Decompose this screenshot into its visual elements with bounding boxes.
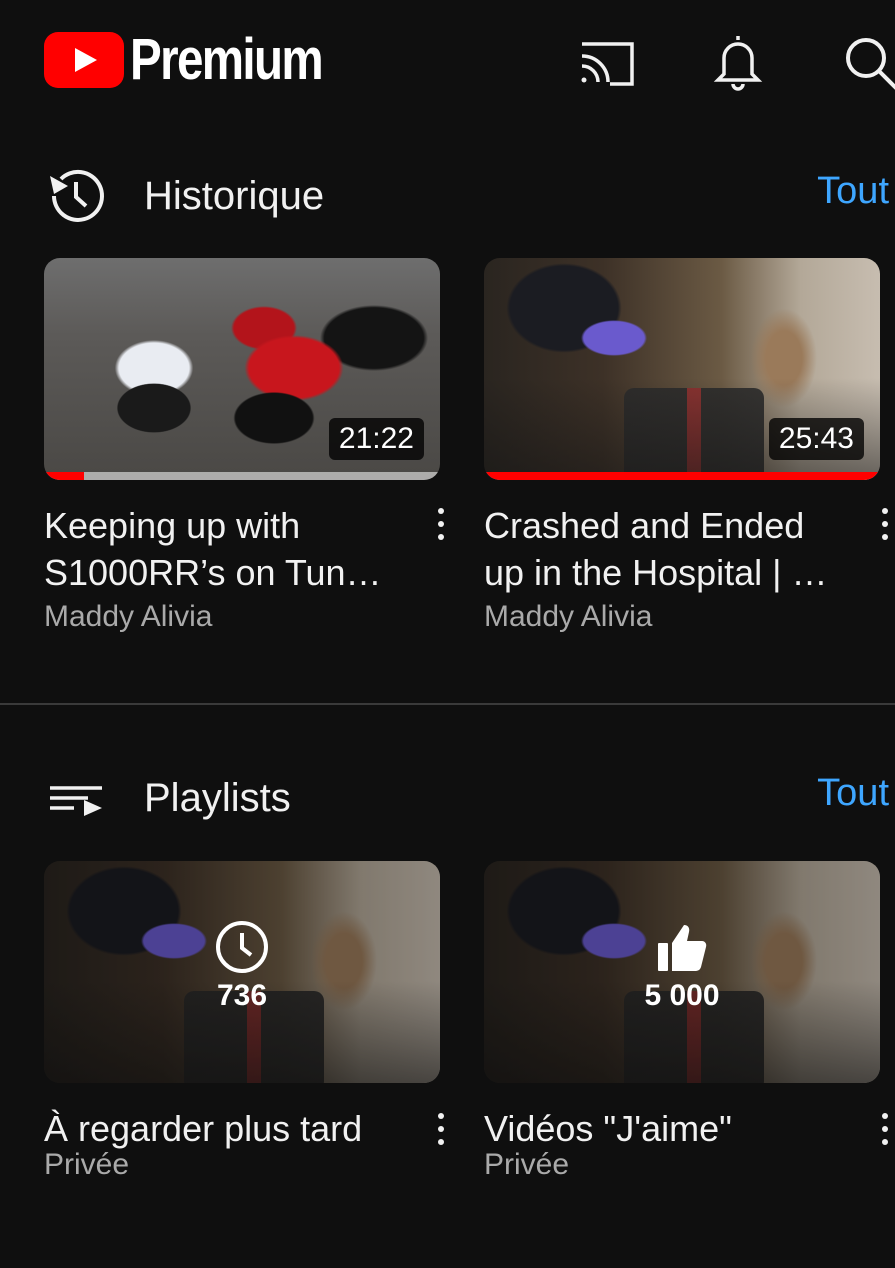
watch-progress-bar (44, 472, 440, 480)
playlist-card-liked-videos[interactable]: 5 000 Vidéos "J'aime" Privée (484, 861, 888, 1182)
history-see-all-link[interactable]: Tout (817, 170, 889, 213)
playlist-video-count: 5 000 (644, 979, 720, 1012)
playlist-privacy: Privée (484, 1148, 570, 1181)
top-app-bar: Premium (0, 0, 895, 120)
cast-icon[interactable] (574, 30, 638, 94)
playlists-title: Playlists (144, 776, 291, 820)
watch-progress-fill (44, 472, 84, 480)
more-options-icon[interactable] (436, 508, 446, 548)
video-thumbnail[interactable]: 25:43 (484, 258, 880, 480)
logo-text: Premium (130, 27, 324, 92)
playlist-overlay: 5 000 (484, 919, 880, 1013)
search-icon[interactable] (838, 30, 895, 94)
playlist-card-watch-later[interactable]: 736 À regarder plus tard Privée (44, 861, 444, 1182)
thumbs-up-icon (654, 919, 710, 975)
video-thumbnail[interactable]: 21:22 (44, 258, 440, 480)
playlist-thumbnail[interactable]: 736 (44, 861, 440, 1083)
history-icon (44, 166, 108, 226)
playlist-video-count: 736 (216, 979, 268, 1012)
video-title[interactable]: Crashed and Ended up in the Hospital | … (484, 502, 854, 596)
history-video-card-2[interactable]: 25:43 Crashed and Ended up in the Hospit… (484, 258, 888, 634)
duration-badge: 21:22 (328, 418, 424, 460)
video-title[interactable]: Keeping up with S1000RR’s on Tun… (44, 502, 414, 596)
playlists-section-header[interactable]: Playlists Tout (0, 762, 895, 832)
clock-icon (214, 919, 270, 975)
playlist-title[interactable]: À regarder plus tard (44, 1105, 414, 1152)
playlist-icon (44, 768, 108, 828)
history-title: Historique (144, 174, 325, 218)
playlist-overlay: 736 (44, 919, 440, 1013)
more-options-icon[interactable] (436, 1113, 446, 1153)
playlist-thumbnail[interactable]: 5 000 (484, 861, 880, 1083)
watch-progress-bar (484, 472, 880, 480)
channel-name[interactable]: Maddy Alivia (44, 600, 440, 634)
history-section-header[interactable]: Historique Tout (0, 160, 895, 230)
duration-badge: 25:43 (768, 418, 864, 460)
section-divider (0, 703, 895, 705)
more-options-icon[interactable] (880, 1113, 890, 1153)
bell-icon[interactable] (706, 30, 770, 94)
history-video-card-1[interactable]: 21:22 Keeping up with S1000RR’s on Tun… … (44, 258, 444, 634)
playlist-privacy: Privée (44, 1148, 130, 1181)
youtube-premium-logo[interactable]: Premium (44, 27, 364, 92)
more-options-icon[interactable] (880, 508, 890, 548)
watch-progress-fill (484, 472, 880, 480)
youtube-play-logo-icon (44, 32, 124, 88)
playlists-see-all-link[interactable]: Tout (817, 772, 889, 815)
channel-name[interactable]: Maddy Alivia (484, 600, 880, 634)
playlist-title[interactable]: Vidéos "J'aime" (484, 1105, 854, 1152)
